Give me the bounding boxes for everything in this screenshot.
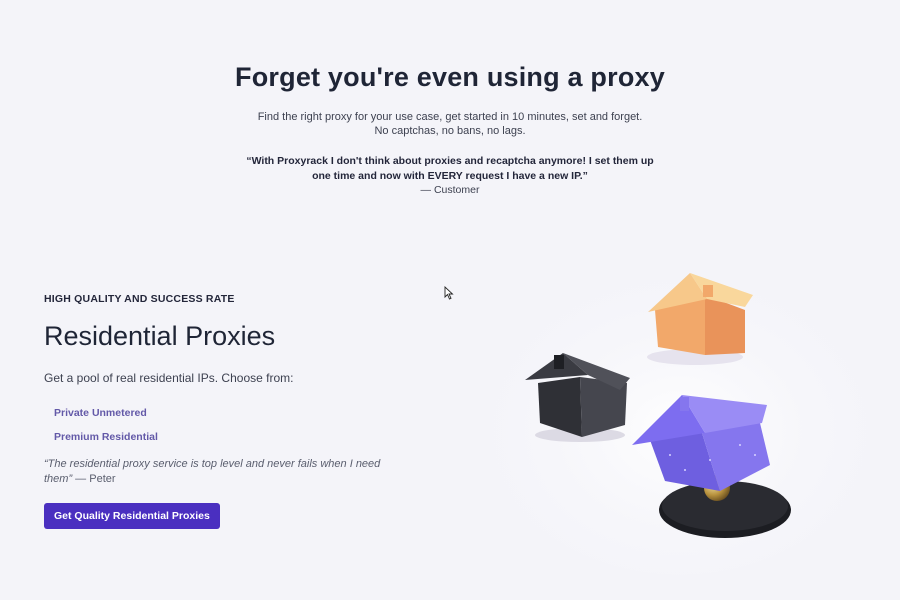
proxy-options-list: Private Unmetered Premium Residential (44, 407, 404, 443)
page: Forget you're even using a proxy Find th… (0, 0, 900, 600)
get-residential-proxies-button[interactable]: Get Quality Residential Proxies (44, 503, 220, 529)
testimonial-author: — Peter (72, 473, 116, 485)
residential-title: Residential Proxies (44, 321, 276, 351)
residential-section: HIGH QUALITY AND SUCCESS RATE Residentia… (44, 293, 404, 529)
hero-subtitle-line2: No captchas, no bans, no lags. (374, 125, 526, 137)
hero-attribution: — Customer (420, 184, 480, 196)
residential-eyebrow: HIGH QUALITY AND SUCCESS RATE (44, 293, 235, 305)
hero-section: Forget you're even using a proxy Find th… (0, 62, 900, 197)
residential-testimonial: “The residential proxy service is top le… (44, 457, 404, 487)
mouse-pointer-icon (444, 286, 454, 300)
residential-description: Get a pool of real residential IPs. Choo… (44, 371, 294, 385)
hero-subtitle-line1: Find the right proxy for your use case, … (257, 111, 643, 123)
hero-quote: “With Proxyrack I don't think about prox… (246, 155, 654, 182)
option-premium-residential-link[interactable]: Premium Residential (54, 431, 404, 443)
hero-title: Forget you're even using a proxy (235, 62, 665, 92)
hero-subtitle: Find the right proxy for your use case, … (0, 110, 900, 138)
option-private-unmetered-link[interactable]: Private Unmetered (54, 407, 404, 419)
houses-illustration (480, 255, 870, 575)
